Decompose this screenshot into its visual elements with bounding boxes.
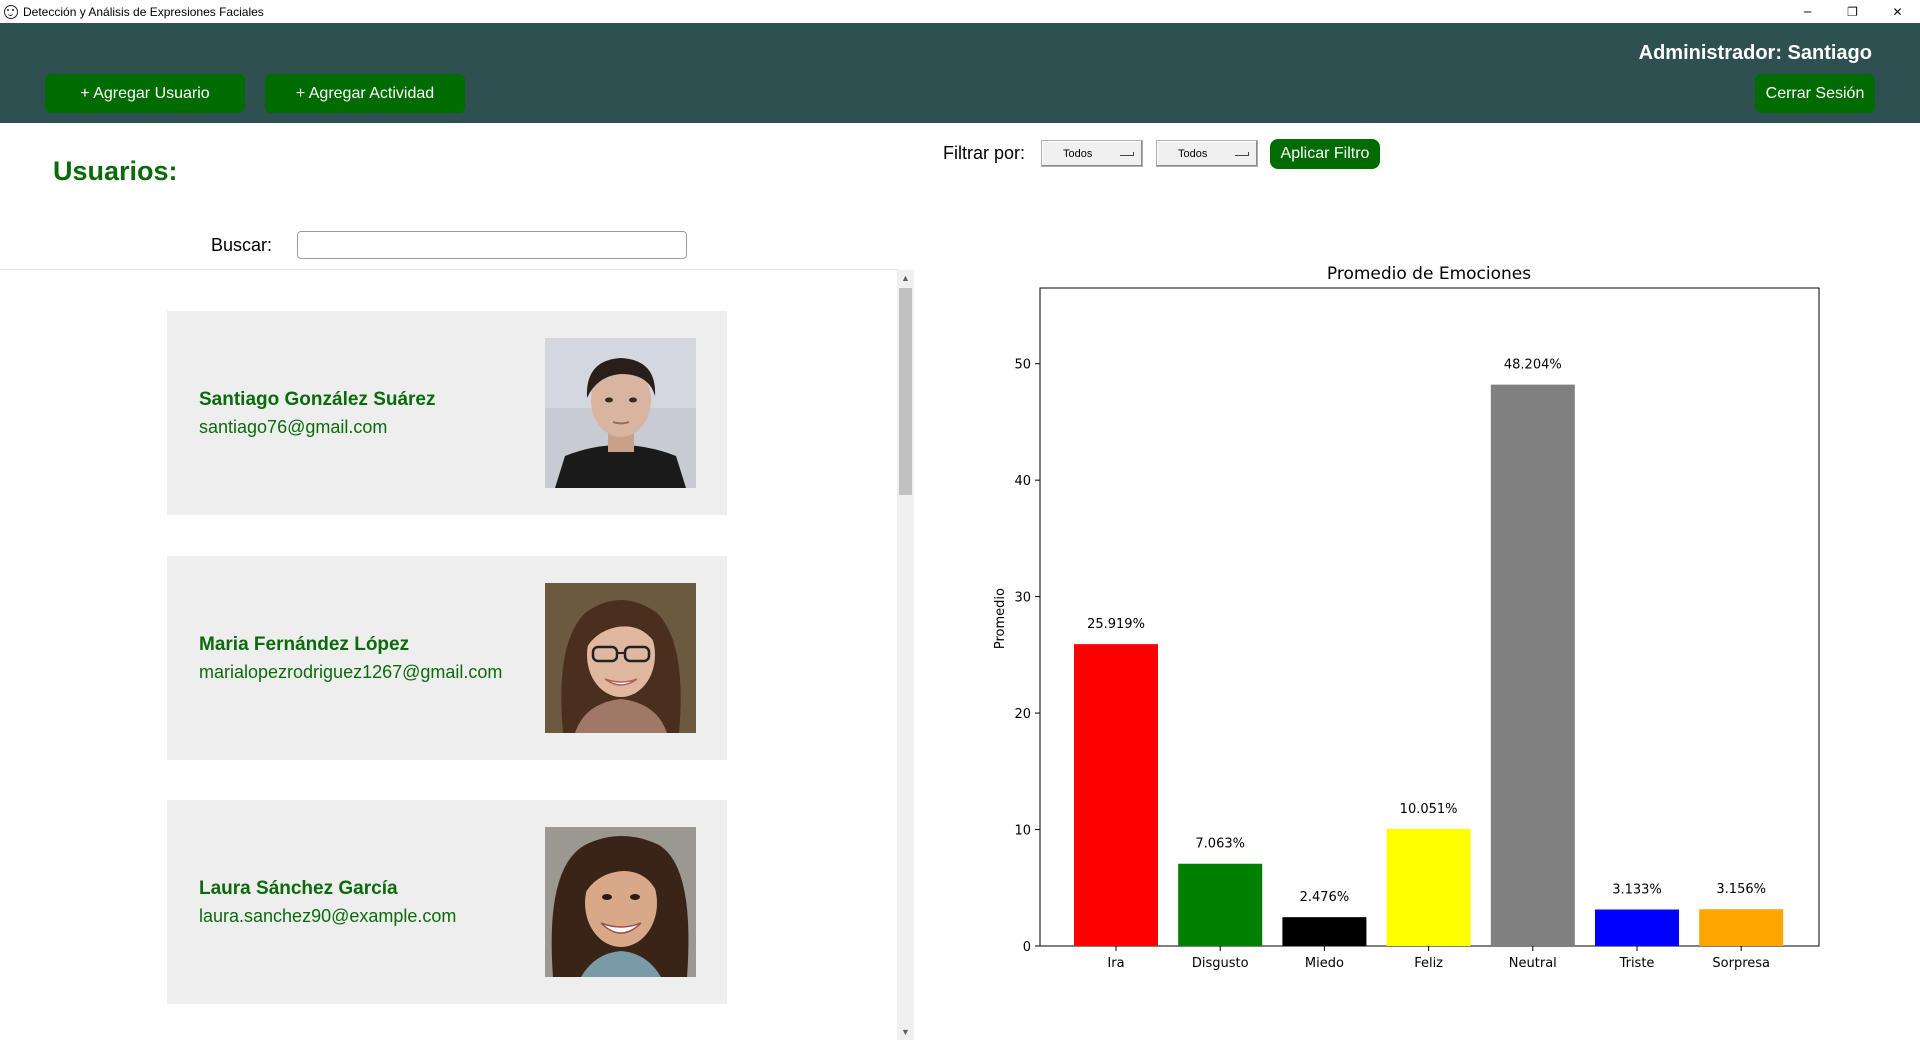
x-tick-label: Ira bbox=[1107, 956, 1124, 971]
y-tick-label: 50 bbox=[1014, 358, 1031, 373]
user-card[interactable]: Maria Fernández López marialopezrodrigue… bbox=[167, 556, 727, 760]
window-controls: ─ ❐ ✕ bbox=[1785, 0, 1920, 23]
x-tick-label: Neutral bbox=[1509, 956, 1557, 971]
user-photo bbox=[545, 827, 696, 977]
minimize-icon[interactable]: ─ bbox=[1785, 0, 1830, 23]
y-tick-label: 20 bbox=[1014, 707, 1031, 722]
y-tick-label: 40 bbox=[1014, 474, 1031, 489]
user-email: marialopezrodriguez1267@gmail.com bbox=[199, 662, 503, 682]
emotions-chart-svg: Promedio de Emociones Promedio 0 10 20 30 40… bbox=[993, 264, 1820, 971]
bar-data-label: 25.919% bbox=[1087, 617, 1145, 632]
app-header: + Agregar Usuario + Agregar Actividad Ad… bbox=[0, 23, 1920, 123]
chart-title: Promedio de Emociones bbox=[1327, 264, 1531, 284]
search-input[interactable] bbox=[297, 231, 687, 259]
bar-data-label: 3.133% bbox=[1612, 883, 1662, 898]
x-tick-label: Disgusto bbox=[1192, 956, 1249, 971]
close-icon[interactable]: ✕ bbox=[1875, 0, 1920, 23]
users-title: Usuarios: bbox=[53, 156, 178, 186]
x-tick-label: Feliz bbox=[1414, 956, 1443, 971]
user-email: laura.sanchez90@example.com bbox=[199, 906, 457, 926]
logout-button[interactable]: Cerrar Sesión bbox=[1755, 74, 1875, 113]
user-name: Santiago González Suárez bbox=[199, 389, 436, 410]
chart-y-axis-label: Promedio bbox=[993, 588, 1008, 649]
add-activity-button[interactable]: + Agregar Actividad bbox=[265, 74, 465, 113]
y-tick-label: 0 bbox=[1023, 940, 1031, 955]
filter-select-1[interactable]: Todos bbox=[1041, 140, 1143, 167]
scroll-up-icon[interactable]: ▲ bbox=[897, 270, 914, 286]
app-face-icon bbox=[4, 4, 18, 19]
chart-bar bbox=[1074, 644, 1158, 946]
window-titlebar: Detección y Análisis de Expresiones Faci… bbox=[0, 0, 1920, 23]
user-photo bbox=[545, 338, 696, 488]
chart-bar bbox=[1386, 828, 1471, 946]
scroll-thumb[interactable] bbox=[899, 288, 912, 495]
chart-bar bbox=[1178, 863, 1263, 946]
search-label: Buscar: bbox=[211, 235, 273, 255]
user-name: Laura Sánchez García bbox=[199, 878, 398, 899]
scroll-down-icon[interactable]: ▼ bbox=[897, 1024, 914, 1040]
chart-bar bbox=[1490, 384, 1575, 946]
user-name: Maria Fernández López bbox=[199, 634, 410, 655]
apply-filter-button[interactable]: Aplicar Filtro bbox=[1270, 139, 1380, 169]
filter-label: Filtrar por: bbox=[943, 143, 1026, 163]
bar-data-label: 48.204% bbox=[1504, 358, 1562, 373]
emotions-chart: Promedio de Emociones Promedio 0 10 20 30 40… bbox=[970, 255, 1850, 995]
chart-bar bbox=[1282, 917, 1367, 946]
window-title: Detección y Análisis de Expresiones Faci… bbox=[23, 4, 264, 19]
add-user-button[interactable]: + Agregar Usuario bbox=[45, 74, 245, 113]
bar-data-label: 10.051% bbox=[1400, 802, 1458, 817]
user-photo bbox=[545, 583, 696, 733]
filter-select-2-value: Todos bbox=[1178, 148, 1208, 160]
chart-marks: 0 10 20 30 40 50 25.919% Ira 7.063% Disgusto 2.476… bbox=[1014, 358, 1784, 971]
filter-select-2[interactable]: Todos bbox=[1156, 140, 1258, 167]
users-scrollbar[interactable]: ▲ ▼ bbox=[897, 270, 914, 1040]
list-divider bbox=[0, 269, 898, 270]
dropdown-indicator-icon bbox=[1235, 152, 1249, 156]
restore-icon[interactable]: ❐ bbox=[1830, 0, 1875, 23]
x-tick-label: Triste bbox=[1619, 956, 1655, 971]
user-card[interactable]: Laura Sánchez García laura.sanchez90@exa… bbox=[167, 800, 727, 1004]
user-card[interactable]: Santiago González Suárez santiago76@gmai… bbox=[167, 311, 727, 515]
dropdown-indicator-icon bbox=[1120, 152, 1134, 156]
y-tick-label: 10 bbox=[1014, 824, 1031, 839]
y-tick-label: 30 bbox=[1014, 591, 1031, 606]
x-tick-label: Miedo bbox=[1305, 956, 1344, 971]
x-tick-label: Sorpresa bbox=[1712, 956, 1770, 971]
user-email: santiago76@gmail.com bbox=[199, 417, 388, 437]
filter-select-1-value: Todos bbox=[1063, 148, 1093, 160]
bar-data-label: 7.063% bbox=[1195, 837, 1245, 852]
bar-data-label: 2.476% bbox=[1300, 890, 1350, 905]
bar-data-label: 3.156% bbox=[1716, 882, 1766, 897]
admin-name: Administrador: Santiago bbox=[1638, 42, 1872, 64]
chart-bar bbox=[1699, 909, 1784, 946]
chart-bar bbox=[1595, 909, 1679, 946]
